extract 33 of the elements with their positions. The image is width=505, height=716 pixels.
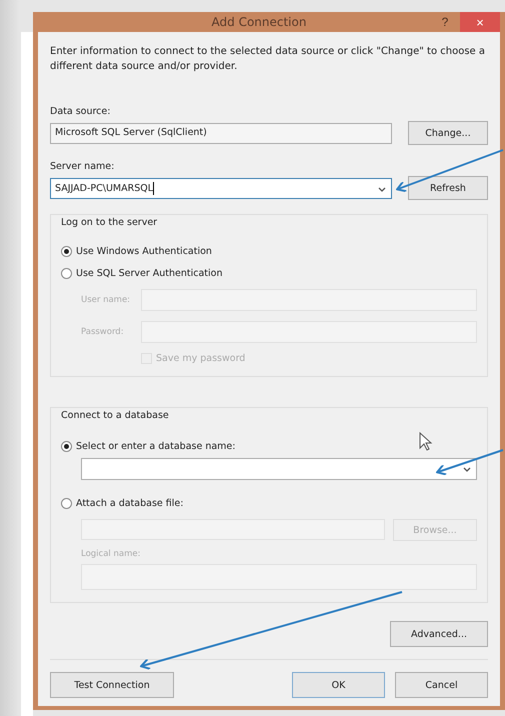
radio-button[interactable] xyxy=(61,268,72,279)
annotation-arrow xyxy=(436,449,504,476)
server-name-combo[interactable]: SAJJAD-PC\UMARSQL xyxy=(50,178,392,198)
server-name-label: Server name: xyxy=(50,161,116,172)
user-name-label: User name: xyxy=(81,295,132,305)
radio-label: Use SQL Server Authentication xyxy=(76,268,222,279)
radio-label: Use Windows Authentication xyxy=(76,246,212,257)
close-button[interactable]: × xyxy=(460,12,500,32)
ok-button[interactable]: OK xyxy=(292,672,385,698)
refresh-button[interactable]: Refresh xyxy=(408,176,488,200)
password-label: Password: xyxy=(81,327,125,337)
intro-text: Enter information to connect to the selected data source or click "Change" to choose a different data source and/or provider. xyxy=(50,45,486,74)
help-button[interactable]: ? xyxy=(430,15,460,29)
logical-name-label: Logical name: xyxy=(81,549,142,559)
group-title: Log on to the server xyxy=(61,217,158,228)
data-source-label: Data source: xyxy=(50,106,112,117)
radio-button[interactable] xyxy=(61,498,72,509)
mouse-pointer-icon xyxy=(419,432,433,452)
save-password-label: Save my password xyxy=(156,353,246,364)
test-connection-button[interactable]: Test Connection xyxy=(50,672,174,698)
radio-button[interactable] xyxy=(61,441,72,452)
dropdown-chevron-icon xyxy=(463,467,471,473)
radio-label: Attach a database file: xyxy=(76,498,184,509)
group-title: Connect to a database xyxy=(61,410,169,421)
cancel-button[interactable]: Cancel xyxy=(395,672,488,698)
database-name-combo[interactable] xyxy=(81,458,477,480)
radio-button[interactable] xyxy=(61,246,72,257)
advanced-button[interactable]: Advanced... xyxy=(390,621,488,647)
radio-label: Select or enter a database name: xyxy=(76,441,236,452)
dropdown-chevron-icon xyxy=(378,186,386,192)
change-button[interactable]: Change... xyxy=(408,121,488,145)
data-source-field: Microsoft SQL Server (SqlClient) xyxy=(50,122,392,144)
window-title: Add Connection xyxy=(210,15,308,29)
